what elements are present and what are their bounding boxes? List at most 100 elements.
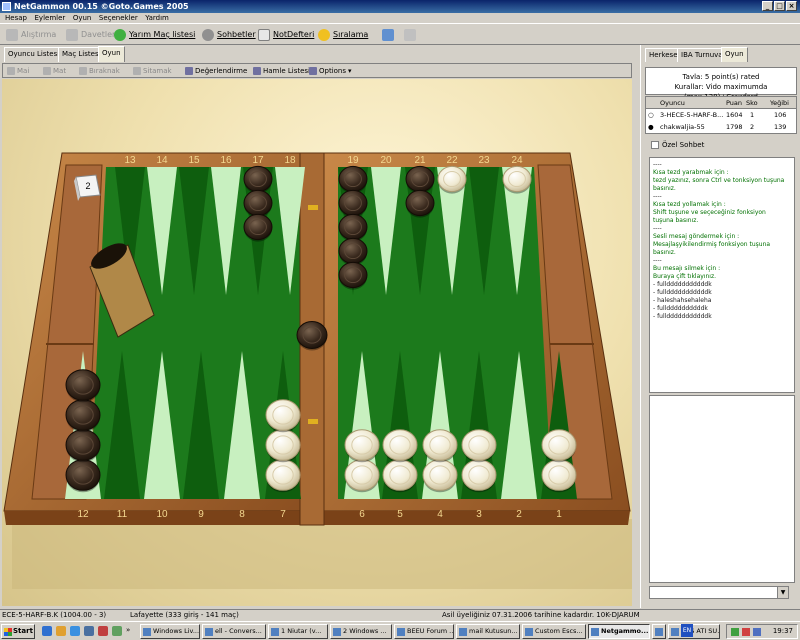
game-tool-mai[interactable]: Mai: [7, 65, 29, 77]
minimize-button[interactable]: _: [762, 1, 773, 11]
table-row[interactable]: ● chakwaljia-55 1798 2 139: [646, 121, 796, 133]
col-pips[interactable]: Yeğibi: [770, 97, 789, 109]
light-checker[interactable]: [382, 429, 418, 461]
ranking-button[interactable]: Sıralama: [318, 27, 368, 42]
volume-icon[interactable]: [753, 628, 761, 636]
chevron-down-icon[interactable]: ▼: [777, 586, 789, 599]
maximize-button[interactable]: □: [774, 1, 785, 11]
dark-checker[interactable]: [338, 165, 368, 193]
light-checker[interactable]: [461, 459, 497, 491]
dark-checker[interactable]: [405, 165, 435, 193]
dark-checker-on-bar[interactable]: [296, 321, 328, 349]
chats-button[interactable]: Sohbetler: [202, 27, 256, 42]
menu-yardim[interactable]: Yardım: [145, 13, 169, 24]
col-player[interactable]: Oyuncu: [660, 97, 685, 109]
player-pips: 106: [774, 111, 787, 119]
game-tool-resign-label: Bıraknak: [89, 67, 120, 75]
tab-player-list[interactable]: Oyuncu Listesi: [4, 47, 64, 62]
main-toolbar: Alıştırma Davetler Yarım Maç listesi Soh…: [0, 24, 800, 45]
media-icon[interactable]: [98, 626, 108, 636]
menu-bar: Hesap Eylemler Oyun Seçenekler Yardım: [0, 13, 800, 24]
game-tool-mat[interactable]: Mat: [43, 65, 66, 77]
light-checker[interactable]: [265, 429, 301, 461]
menu-secenekler[interactable]: Seçenekler: [99, 13, 138, 24]
point-number: 15: [188, 155, 200, 166]
desktop-icon[interactable]: [112, 626, 122, 636]
chat-line: Kısa tezd yollamak için :: [653, 201, 726, 208]
game-tool-resign[interactable]: Bıraknak: [79, 65, 120, 77]
chat-target-select[interactable]: ▼: [649, 586, 789, 599]
light-checker[interactable]: [265, 399, 301, 431]
light-checker[interactable]: [541, 429, 577, 461]
dark-checker[interactable]: [65, 429, 101, 461]
light-checker[interactable]: [502, 165, 532, 193]
forward-tool-button[interactable]: [404, 27, 416, 42]
start-button[interactable]: Start: [1, 624, 35, 639]
game-tool-options[interactable]: Options ▾: [309, 65, 352, 77]
light-checker[interactable]: [422, 429, 458, 461]
dark-checker[interactable]: [65, 459, 101, 491]
light-checker[interactable]: [437, 165, 467, 193]
messenger-icon[interactable]: [84, 626, 94, 636]
security-icon[interactable]: [742, 628, 750, 636]
notepad-button[interactable]: NotDefteri: [258, 27, 314, 42]
taskbar-task[interactable]: Windows Liv...: [140, 624, 200, 639]
quicklaunch-more-icon[interactable]: »: [126, 626, 130, 634]
taskbar-task[interactable]: ell - Convers...: [202, 624, 266, 639]
game-tool-move-list[interactable]: Hamle Listesi: [253, 65, 310, 77]
taskbar-task[interactable]: Netgammo...: [588, 624, 650, 639]
light-checker[interactable]: [344, 459, 380, 491]
close-button[interactable]: ×: [786, 1, 797, 11]
dark-checker[interactable]: [243, 189, 273, 217]
dark-checker[interactable]: [338, 261, 368, 289]
light-checker[interactable]: [541, 459, 577, 491]
dark-checker[interactable]: [338, 189, 368, 217]
light-checker[interactable]: [344, 429, 380, 461]
tab-game-chat[interactable]: Oyun: [721, 47, 748, 62]
chat-log[interactable]: ---- Kısa tezd yarabmak için : tezd yazını…: [649, 157, 795, 393]
light-checker[interactable]: [461, 429, 497, 461]
dark-checker[interactable]: [243, 165, 273, 193]
language-indicator[interactable]: EN: [681, 624, 693, 637]
backgammon-board[interactable]: 13 14 15 16 17 18 19 20 21 22 23 2412 11 10 9 8 7 6 5 4 3 2 1 …: [2, 79, 632, 606]
half-match-list-button[interactable]: Yarım Maç listesi: [114, 27, 195, 42]
private-chat-toggle[interactable]: Özel Sohbet: [651, 141, 704, 149]
dark-checker[interactable]: [65, 399, 101, 431]
private-chat-checkbox[interactable]: [651, 141, 659, 149]
dark-checker[interactable]: [338, 237, 368, 265]
ie-quicklaunch-icon[interactable]: [70, 626, 80, 636]
game-tool-evaluation[interactable]: Değerlendirme: [185, 65, 247, 77]
menu-oyun[interactable]: Oyun: [73, 13, 92, 24]
taskbar-task[interactable]: BEEU Forum ...: [394, 624, 454, 639]
table-row[interactable]: ○ 3-HECE-5-HARF-B... 1604 1 106: [646, 109, 796, 121]
dark-checker[interactable]: [243, 213, 273, 241]
taskbar-task[interactable]: BUS ATI SU...: [668, 624, 720, 639]
players-table: Oyuncu Puan Sko Yeğibi ○ 3-HECE-5-HARF-B…: [645, 96, 797, 134]
light-checker[interactable]: [382, 459, 418, 491]
menu-eylemler[interactable]: Eylemler: [35, 13, 66, 24]
tab-game[interactable]: Oyun: [98, 46, 125, 62]
light-checker[interactable]: [265, 459, 301, 491]
dark-checker[interactable]: [65, 369, 101, 401]
light-checker[interactable]: [422, 459, 458, 491]
explorer-icon[interactable]: [56, 626, 66, 636]
col-score[interactable]: Sko: [746, 97, 758, 109]
menu-hesap[interactable]: Hesap: [5, 13, 27, 24]
dark-checker[interactable]: [405, 189, 435, 217]
taskbar-task[interactable]: 1 Niutar (v...: [268, 624, 328, 639]
taskbar-task[interactable]: mail Kutusun...: [456, 624, 520, 639]
game-tool-sitamak[interactable]: Sitamak: [133, 65, 172, 77]
taskbar-task[interactable]: [652, 624, 666, 639]
settings-tool-button[interactable]: [382, 27, 394, 42]
ie-icon[interactable]: [42, 626, 52, 636]
col-points[interactable]: Puan: [726, 97, 742, 109]
chat-input[interactable]: [649, 395, 795, 583]
taskbar-task[interactable]: 2 Windows ...: [330, 624, 392, 639]
practice-button[interactable]: Alıştırma: [6, 27, 56, 42]
invitations-button[interactable]: Davetler: [66, 27, 115, 42]
dark-checker[interactable]: [338, 213, 368, 241]
network-icon[interactable]: [731, 628, 739, 636]
player-points: 1604: [726, 111, 743, 119]
tab-iba-tournament[interactable]: IBA Turnuva: [677, 48, 727, 62]
taskbar-task[interactable]: Custom Escs...: [522, 624, 586, 639]
